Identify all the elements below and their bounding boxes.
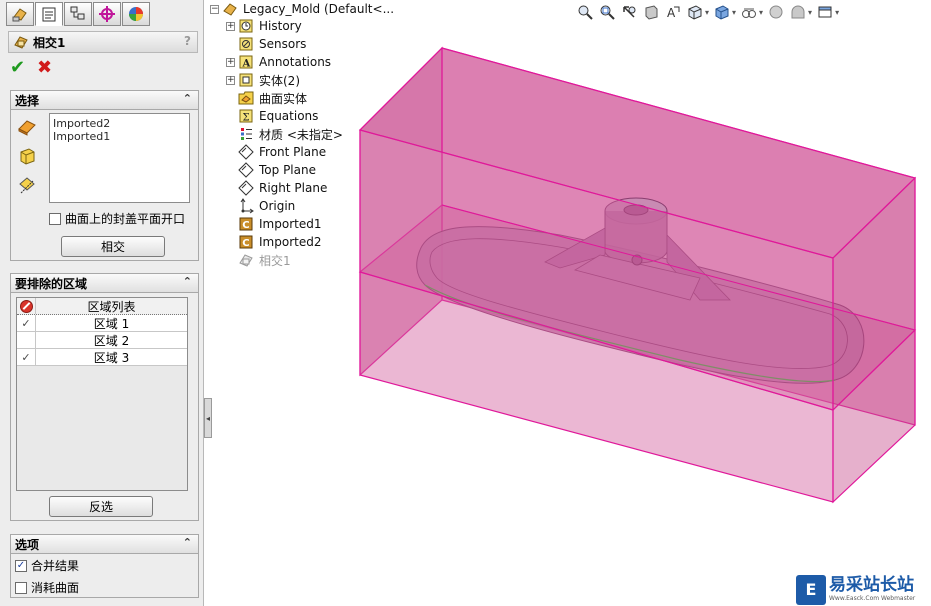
options-group-header[interactable]: 选项 ⌃ [11, 535, 198, 554]
options-group-title: 选项 [15, 537, 40, 552]
selected-bodies-list[interactable]: Imported2 Imported1 [49, 113, 190, 203]
tab-configuration-manager[interactable] [64, 2, 92, 26]
table-row[interactable]: ✓ 区域 1 [17, 315, 187, 332]
region-label: 区域 1 [93, 316, 130, 331]
consume-surfaces-option[interactable]: 消耗曲面 [15, 579, 79, 596]
exclude-group-title: 要排除的区域 [15, 276, 88, 291]
dynamic-annotation-icon[interactable]: A [664, 3, 682, 21]
watermark-subtitle: Www.Easck.Com Webmaster [829, 595, 916, 602]
configuration-manager-icon [70, 6, 85, 20]
chevron-down-icon[interactable]: ▾ [759, 8, 763, 17]
cap-planar-checkbox[interactable] [49, 212, 61, 225]
collapse-toggle[interactable]: − [210, 4, 219, 14]
help-button[interactable]: ? [184, 34, 191, 48]
collapse-icon[interactable]: ⌃ [183, 275, 192, 288]
merge-result-option[interactable]: ✓ 合并结果 [15, 557, 79, 574]
chevron-down-icon[interactable]: ▾ [732, 8, 736, 17]
part-icon [221, 1, 239, 17]
section-view-icon[interactable] [642, 3, 660, 21]
intersect-feature-icon [14, 36, 28, 49]
root-label: Legacy_Mold (Default<... [243, 2, 395, 16]
region-table-header: 区域列表 [17, 298, 187, 315]
region-exclude-check[interactable] [17, 332, 36, 348]
region-exclude-check[interactable]: ✓ [17, 349, 36, 365]
property-manager-panel: 相交1 ? ✔ ✖ 选择 ⌃ Imported2 Imported1 曲面上的封… [0, 0, 204, 606]
zoom-to-fit-icon[interactable] [576, 3, 594, 21]
solid-body-icon [20, 148, 35, 165]
apply-scene-icon[interactable] [789, 3, 807, 21]
hide-show-icon[interactable] [740, 3, 758, 21]
svg-text:A: A [667, 6, 676, 20]
tree-root[interactable]: − Legacy_Mold (Default<... [210, 0, 394, 18]
regions-to-exclude-group: 要排除的区域 ⌃ 区域列表 ✓ 区域 1 区域 2 ✓ 区域 3 反选 [10, 273, 199, 521]
feature-manager-icon [12, 8, 27, 22]
collapse-icon[interactable]: ⌃ [183, 536, 192, 549]
chevron-down-icon[interactable]: ▾ [835, 8, 839, 17]
tab-display-manager[interactable] [122, 2, 150, 26]
watermark-logo: E [796, 574, 826, 605]
site-watermark: E 易采站长站 Www.Easck.Com Webmaster [796, 573, 931, 606]
exclude-group-header[interactable]: 要排除的区域 ⌃ [11, 274, 198, 293]
collapse-icon[interactable]: ⌃ [183, 92, 192, 105]
region-exclude-check[interactable]: ✓ [17, 315, 36, 331]
tab-property-manager[interactable] [35, 2, 63, 26]
panel-splitter-handle[interactable]: ◂ [204, 398, 212, 438]
selection-filter-icons [17, 117, 39, 204]
exclude-icon [19, 299, 33, 313]
dimxpert-icon [99, 6, 115, 22]
previous-view-icon[interactable] [620, 3, 638, 21]
region-label: 区域 3 [93, 350, 130, 365]
ok-button[interactable]: ✔ [10, 58, 25, 78]
cap-planar-openings-option[interactable]: 曲面上的封盖平面开口 [49, 210, 185, 227]
display-manager-icon [129, 7, 143, 21]
table-row[interactable]: 区域 2 [17, 332, 187, 349]
tab-dimxpert-manager[interactable] [93, 2, 121, 26]
feature-header: 相交1 ? [8, 31, 198, 53]
view-orientation-icon[interactable] [686, 3, 704, 21]
surface-body-icon [18, 120, 36, 136]
chevron-down-icon[interactable]: ▾ [705, 8, 709, 17]
watermark-title: 易采站长站 [829, 575, 914, 595]
plane-selection-icon [19, 177, 35, 194]
region-label: 区域 2 [93, 333, 130, 348]
graphics-area[interactable] [212, 22, 931, 606]
consume-surfaces-checkbox[interactable] [15, 581, 27, 594]
manager-tab-strip [6, 2, 150, 28]
merge-result-checkbox[interactable]: ✓ [15, 559, 27, 572]
exclude-header-cell [17, 298, 36, 314]
consume-surfaces-label: 消耗曲面 [31, 581, 80, 595]
selection-group-header[interactable]: 选择 ⌃ [11, 91, 198, 110]
tab-feature-manager[interactable] [6, 2, 34, 26]
edit-appearance-icon[interactable] [767, 3, 785, 21]
cap-planar-label: 曲面上的封盖平面开口 [65, 212, 186, 226]
selection-group-title: 选择 [15, 93, 40, 108]
table-row[interactable]: ✓ 区域 3 [17, 349, 187, 366]
view-settings-icon[interactable] [816, 3, 834, 21]
list-item[interactable]: Imported2 [53, 117, 186, 130]
selection-group: 选择 ⌃ Imported2 Imported1 曲面上的封盖平面开口 相交 [10, 90, 199, 261]
list-item[interactable]: Imported1 [53, 130, 186, 143]
zoom-area-icon[interactable] [598, 3, 616, 21]
intersect-button[interactable]: 相交 [61, 236, 165, 257]
merge-result-label: 合并结果 [31, 559, 80, 573]
region-list-header: 区域列表 [87, 299, 136, 314]
chevron-down-icon[interactable]: ▾ [808, 8, 812, 17]
mold-block-model [358, 46, 917, 504]
region-list-table: 区域列表 ✓ 区域 1 区域 2 ✓ 区域 3 [16, 297, 188, 491]
invert-selection-button[interactable]: 反选 [49, 496, 153, 517]
display-style-icon[interactable] [713, 3, 731, 21]
property-manager-icon [42, 7, 56, 22]
options-group: 选项 ⌃ ✓ 合并结果 消耗曲面 [10, 534, 199, 598]
cancel-button[interactable]: ✖ [37, 58, 52, 78]
heads-up-view-toolbar: A ▾ ▾ ▾ ▾ ▾ [576, 2, 839, 22]
feature-title: 相交1 [33, 35, 66, 50]
